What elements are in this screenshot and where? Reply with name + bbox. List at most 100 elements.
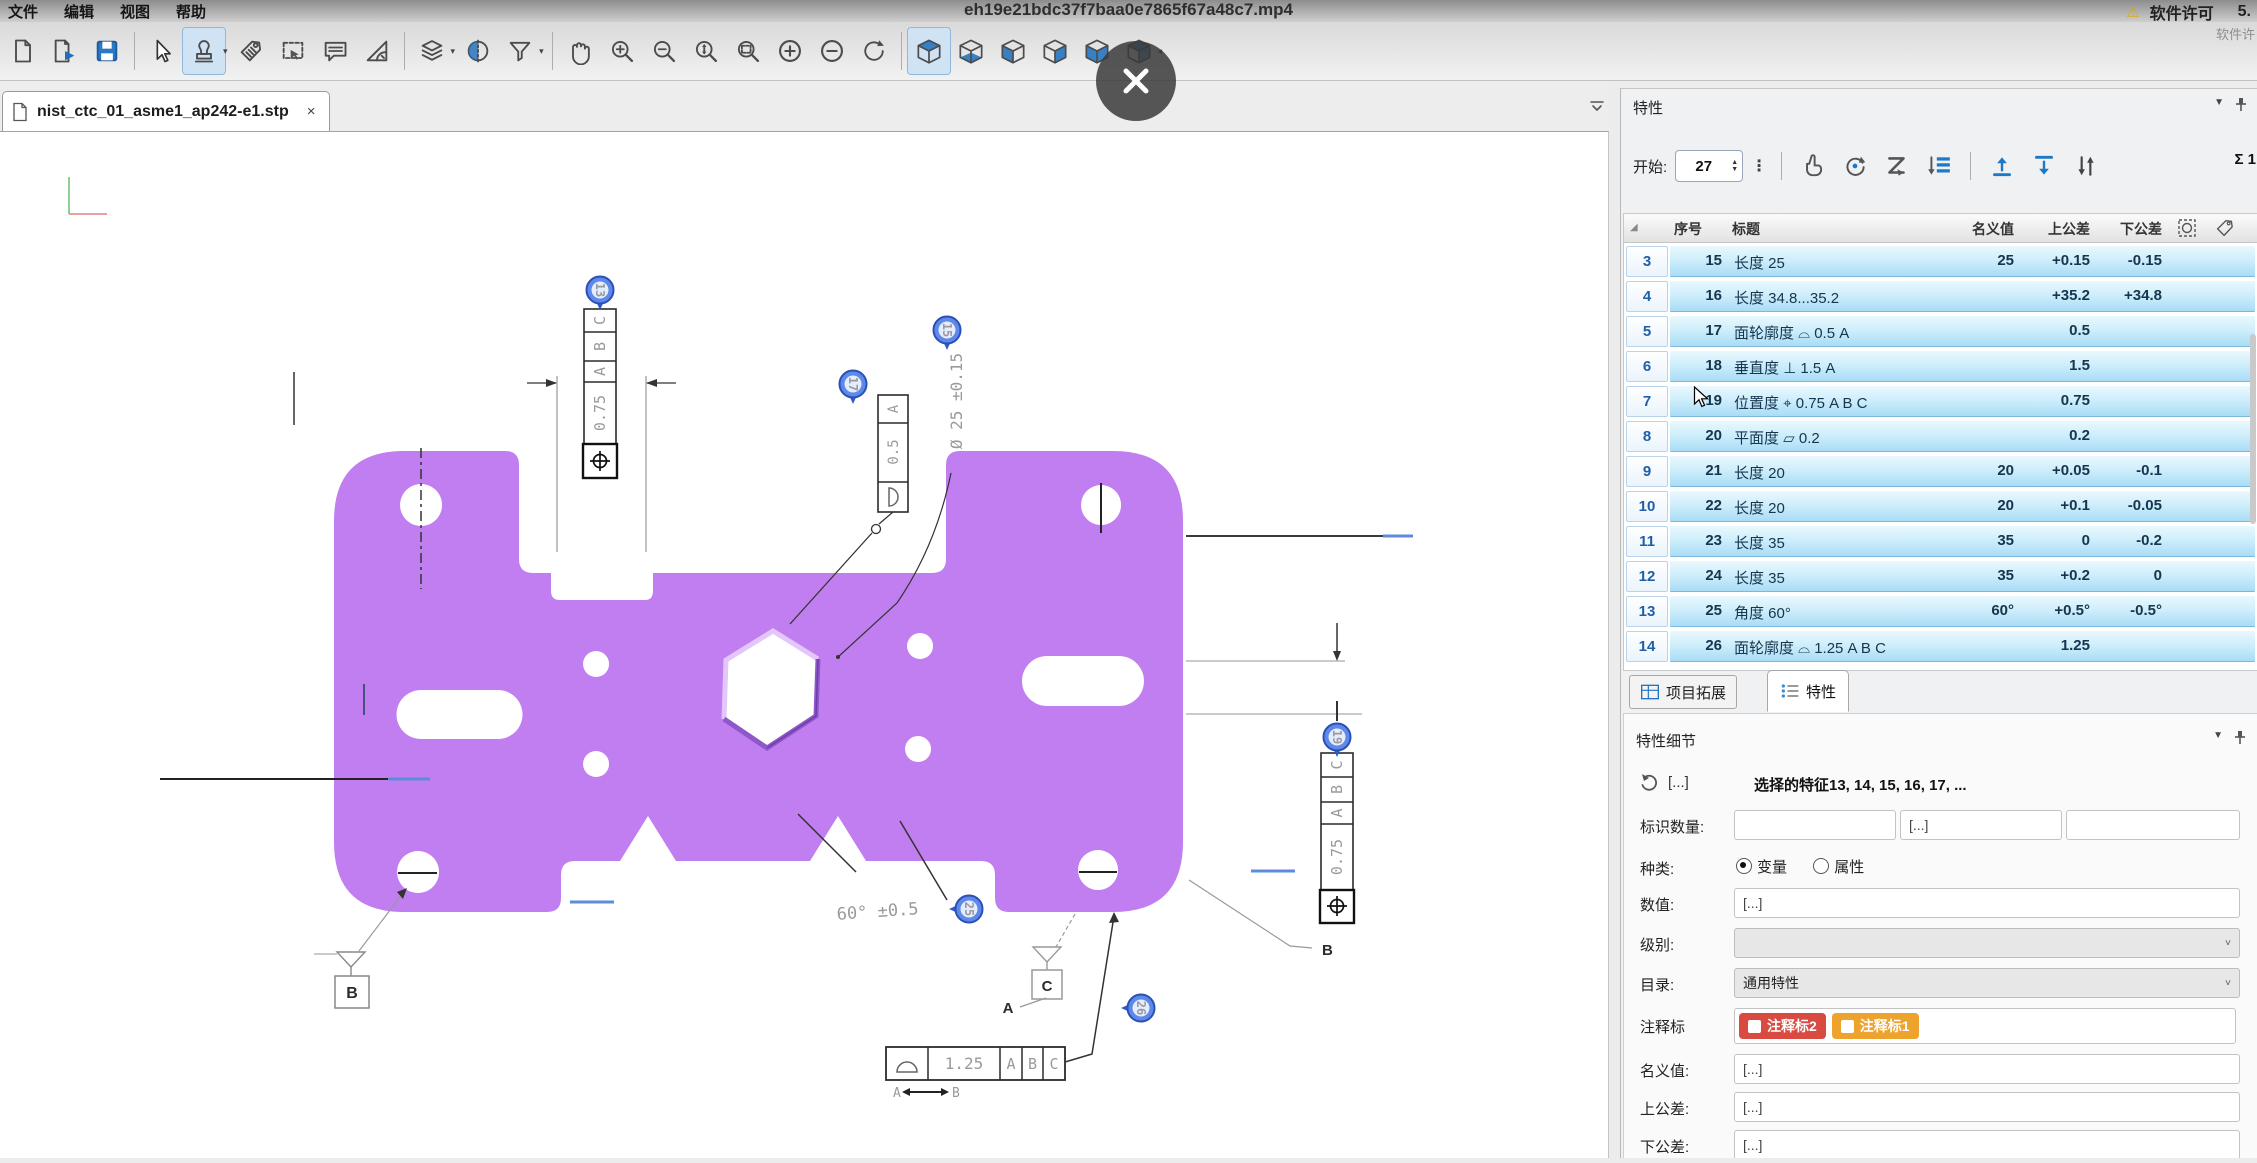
table-scrollbar[interactable] xyxy=(2250,334,2256,524)
chevron-down-icon[interactable]: ▼ xyxy=(2214,97,2224,108)
nominal-input[interactable]: [...] xyxy=(1734,1054,2240,1084)
spinner-down-icon[interactable]: ▼ xyxy=(1731,166,1738,173)
col-upper[interactable]: 上公差 xyxy=(2048,219,2090,239)
spinner-up-icon[interactable]: ▲ xyxy=(1731,159,1738,166)
table-row[interactable]: 7 19 位置度 ⌖ 0.75 A B C 0.75 xyxy=(1626,386,2255,417)
layers-dropdown-icon[interactable]: ▾ xyxy=(451,46,456,57)
table-row[interactable]: 4 16 长度 34.8...35.2 +35.2 +34.8 xyxy=(1626,281,2255,312)
rotate-view-button[interactable] xyxy=(853,28,895,74)
table-row[interactable]: 11 23 长度 35 35 0 -0.2 xyxy=(1626,526,2255,557)
balloon-19[interactable]: 19 xyxy=(1324,724,1351,758)
new-file-button[interactable] xyxy=(2,28,44,74)
table-header[interactable]: ◢ 序号 标题 名义值 上公差 下公差 xyxy=(1624,214,2257,243)
dock-bottom-icon[interactable] xyxy=(2027,149,2061,183)
col-title[interactable]: 标题 xyxy=(1732,219,1760,239)
rotate-refresh-icon[interactable] xyxy=(1838,149,1872,183)
pan-hand-button[interactable] xyxy=(559,28,601,74)
radio-attribute[interactable] xyxy=(1813,858,1829,874)
table-row[interactable]: 6 18 垂直度 ⊥ 1.5 A 1.5 xyxy=(1626,351,2255,382)
balloon-13[interactable]: 13 xyxy=(587,277,614,311)
save-button[interactable] xyxy=(86,28,128,74)
datum-c-bottom[interactable]: C A xyxy=(1003,914,1075,1017)
corner-sort-icon[interactable]: ◢ xyxy=(1630,222,1638,233)
dock-top-icon[interactable] xyxy=(1985,149,2019,183)
table-row[interactable]: 14 26 面轮廓度 ⌓ 1.25 A B C 1.25 xyxy=(1626,631,2255,662)
select-cursor-button[interactable] xyxy=(141,28,183,74)
value-input[interactable]: [...] xyxy=(1734,888,2240,918)
add-circle-button[interactable] xyxy=(769,28,811,74)
remove-circle-button[interactable] xyxy=(811,28,853,74)
note-chip-2[interactable]: 注释标2 xyxy=(1739,1013,1826,1039)
datum-b-left[interactable]: B xyxy=(314,888,407,1008)
layers-button[interactable] xyxy=(411,28,453,74)
view-cube-right-button[interactable] xyxy=(1034,28,1076,74)
swap-updown-icon[interactable] xyxy=(2069,149,2103,183)
table-row[interactable]: 13 25 角度 60° 60° +0.5° -0.5° xyxy=(1626,596,2255,627)
document-tab[interactable]: nist_ctc_01_asme1_ap242-e1.stp × xyxy=(2,91,330,131)
checkbox-icon[interactable] xyxy=(1841,1020,1854,1033)
tab-properties[interactable]: 特性 xyxy=(1767,670,1849,712)
selection-lasso-icon[interactable] xyxy=(1638,770,1662,799)
zoom-window-button[interactable] xyxy=(727,28,769,74)
balloon-17[interactable]: 17 xyxy=(840,371,867,405)
section-view-button[interactable] xyxy=(457,28,499,74)
radio-variable[interactable] xyxy=(1736,858,1752,874)
fcf-position-right[interactable]: C B A 0.75 xyxy=(1320,753,1354,923)
col-nominal[interactable]: 名义值 xyxy=(1972,219,2014,239)
open-file-button[interactable] xyxy=(44,28,86,74)
table-row[interactable]: 10 22 长度 20 20 +0.1 -0.05 xyxy=(1626,491,2255,522)
hand-pointer-icon[interactable] xyxy=(1796,149,1830,183)
z-order-icon[interactable] xyxy=(1880,149,1914,183)
sort-list-icon[interactable] xyxy=(1922,149,1956,183)
table-row[interactable]: 5 17 面轮廓度 ⌓ 0.5 A 0.5 xyxy=(1626,316,2255,347)
filter-dropdown-icon[interactable]: ▾ xyxy=(539,46,544,57)
table-row[interactable]: 8 20 平面度 ▱ 0.2 0.2 xyxy=(1626,421,2255,452)
upper-tol-input[interactable]: [...] xyxy=(1734,1092,2240,1122)
measure-button[interactable] xyxy=(356,28,398,74)
marquee-select-button[interactable] xyxy=(272,28,314,74)
stamp-dropdown-icon[interactable]: ▾ xyxy=(223,46,228,57)
drawing-canvas[interactable]: C B A 0.75 A 0.5 Ø 25 ±0.15 C xyxy=(0,131,1609,1158)
id-count-input-3[interactable] xyxy=(2066,810,2240,840)
balloon-26[interactable]: 26 xyxy=(1121,995,1155,1022)
level-select[interactable]: ˅ xyxy=(1734,928,2240,958)
balloon-25[interactable]: 25 xyxy=(949,896,983,923)
id-count-input-2[interactable]: [...] xyxy=(1900,810,2062,840)
zoom-in-button[interactable] xyxy=(601,28,643,74)
start-spinner[interactable]: 27 ▲▼ xyxy=(1675,150,1743,182)
id-count-input-1[interactable] xyxy=(1734,810,1896,840)
lower-tol-input[interactable]: [...] xyxy=(1734,1130,2240,1158)
part[interactable] xyxy=(334,451,1183,912)
tab-project-expand[interactable]: 项目拓展 xyxy=(1629,675,1737,709)
datum-b-right[interactable]: B xyxy=(1189,880,1333,959)
zoom-out-button[interactable] xyxy=(643,28,685,74)
note-chips-field[interactable]: 注释标2 注释标1 xyxy=(1734,1008,2236,1044)
col-seq[interactable]: 序号 xyxy=(1674,219,1702,239)
comment-button[interactable] xyxy=(314,28,356,74)
view-cube-left-button[interactable] xyxy=(992,28,1034,74)
view-cube-top-button[interactable] xyxy=(908,28,950,74)
table-row[interactable]: 3 15 长度 25 25 +0.15 -0.15 xyxy=(1626,246,2255,277)
stamp-button[interactable] xyxy=(183,28,225,74)
collapse-panel-icon[interactable] xyxy=(1588,98,1606,121)
fcf-position-top[interactable]: C B A 0.75 xyxy=(527,309,676,552)
pin-icon[interactable] xyxy=(2234,97,2248,116)
col-lower[interactable]: 下公差 xyxy=(2120,219,2162,239)
chevron-down-icon[interactable]: ▼ xyxy=(2213,730,2223,741)
catalog-select[interactable]: 通用特性˅ xyxy=(1734,968,2240,998)
tag-button[interactable] xyxy=(230,28,272,74)
license-status[interactable]: ⚠ 软件许可 5. xyxy=(2126,0,2251,24)
balloon-15[interactable]: 15 xyxy=(934,317,961,351)
pin-icon[interactable] xyxy=(2233,730,2247,749)
view-cube-bottom-button[interactable] xyxy=(950,28,992,74)
table-row[interactable]: 9 21 长度 20 20 +0.05 -0.1 xyxy=(1626,456,2255,487)
tab-close-icon[interactable]: × xyxy=(307,103,316,120)
tag-icon[interactable] xyxy=(2214,217,2236,242)
filter-button[interactable] xyxy=(499,28,541,74)
more-options-icon[interactable]: ⋮ xyxy=(1751,156,1767,176)
select-rotate-icon[interactable] xyxy=(2176,217,2198,242)
cad-drawing[interactable]: C B A 0.75 A 0.5 Ø 25 ±0.15 C xyxy=(0,132,1608,1158)
table-row[interactable]: 12 24 长度 35 35 +0.2 0 xyxy=(1626,561,2255,592)
checkbox-icon[interactable] xyxy=(1748,1020,1761,1033)
note-chip-1[interactable]: 注释标1 xyxy=(1832,1013,1919,1039)
